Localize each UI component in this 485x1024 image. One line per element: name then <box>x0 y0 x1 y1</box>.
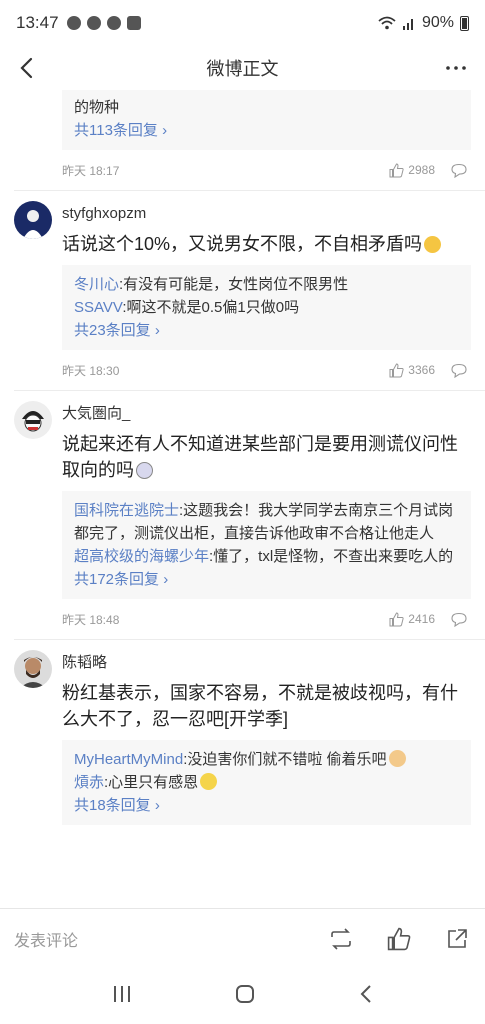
username[interactable]: 陈韬略 <box>62 650 485 676</box>
like-button[interactable]: 2416 <box>389 611 435 627</box>
back-icon <box>360 984 371 1003</box>
like-button[interactable]: 3366 <box>389 362 435 378</box>
reply-box[interactable]: MyHeartMyMind:没迫害你们就不错啦 偷着乐吧 熕赤:心里只有感恩 共… <box>62 740 471 825</box>
reply-author[interactable]: 熕赤 <box>74 774 104 791</box>
recent-apps-icon <box>113 985 130 1002</box>
comment-text: 粉红基表示，国家不容易，不就是被歧视吗，有什么大不了，忍一忍吧[开学季] <box>62 683 458 729</box>
more-replies-link[interactable]: 共23条回复 › <box>74 319 459 342</box>
comment-time: 昨天 18:30 <box>62 363 120 378</box>
more-replies-link[interactable]: 共172条回复 › <box>74 568 459 591</box>
status-bar: 13:47 90% <box>0 0 485 46</box>
reply-box[interactable]: 的物种 共113条回复 › <box>62 90 471 150</box>
notification-icons <box>66 16 141 30</box>
status-right: 90% <box>378 14 469 32</box>
system-back-button[interactable] <box>359 984 373 1009</box>
reply-content: :有没有可能是，女性岗位不限男性 <box>119 276 349 293</box>
reply-item: SSAVV:啊这不就是0.5偏1只做0吗 <box>74 296 459 319</box>
reply-button[interactable] <box>451 163 467 178</box>
reply-author[interactable]: SSAVV <box>74 299 122 316</box>
battery-icon <box>460 15 469 31</box>
signal-icon <box>402 19 413 30</box>
reply-content: :没迫害你们就不错啦 偷着乐吧 <box>183 751 387 768</box>
comment-meta: 昨天 18:17 2988 <box>62 150 467 190</box>
emoji-icon <box>200 773 218 790</box>
reply-button[interactable] <box>451 363 467 378</box>
bottom-bar: 发表评论 <box>0 908 485 968</box>
status-time: 13:47 <box>16 13 59 32</box>
reply-content: :懂了，txl是怪物，不查出来要吃人的 <box>209 548 454 565</box>
comment-item: 大気圏向_ 说起来还有人不知道进某些部门是要用测谎仪问性取向的吗 国科院在逃院士… <box>0 391 485 639</box>
like-count: 3366 <box>408 363 435 377</box>
reply-text-tail: 的物种 <box>74 99 120 116</box>
share-button[interactable] <box>443 925 471 953</box>
wifi-icon <box>378 16 396 30</box>
comment-icon <box>451 363 467 378</box>
comment-list[interactable]: 的物种 共113条回复 › 昨天 18:17 2988 styfghxopzm … <box>0 90 485 908</box>
comment-meta: 昨天 18:30 3366 <box>62 350 467 390</box>
like-icon <box>389 611 404 626</box>
bottom-actions <box>327 925 471 953</box>
reply-author[interactable]: 冬川心 <box>74 276 119 293</box>
page-title: 微博正文 <box>206 59 279 79</box>
reply-author[interactable]: MyHeartMyMind <box>74 751 183 768</box>
doge-emoji-icon <box>424 236 442 253</box>
emoji-icon <box>136 462 153 479</box>
home-button[interactable] <box>235 984 255 1009</box>
emoji-icon <box>388 750 406 767</box>
reply-item: 熕赤:心里只有感恩 <box>74 771 459 794</box>
avatar[interactable] <box>14 201 52 239</box>
comment-input[interactable]: 发表评论 <box>14 927 78 951</box>
reply-box[interactable]: 国科院在逃院士:这题我会！我大学同学去南京三个月试岗都完了，测谎仪出柜，直接告诉… <box>62 491 471 599</box>
line-app-icon <box>66 16 81 30</box>
comment-text: 话说这个10%，又说男女不限，不自相矛盾吗 <box>62 231 467 257</box>
more-dots-icon <box>446 66 466 70</box>
recent-apps-button[interactable] <box>112 985 132 1008</box>
reply-author[interactable]: 超高校级的海螺少年 <box>74 548 209 565</box>
reply-author[interactable]: 国科院在逃院士 <box>74 502 179 519</box>
more-replies-link[interactable]: 共113条回复 › <box>74 119 459 142</box>
repost-button[interactable] <box>327 925 355 953</box>
avatar[interactable] <box>14 401 52 439</box>
like-icon <box>389 162 404 177</box>
back-arrow-icon <box>20 57 33 79</box>
username[interactable]: styfghxopzm <box>62 201 485 227</box>
like-count: 2416 <box>408 612 435 626</box>
comment-icon <box>451 612 467 627</box>
comment-time: 昨天 18:48 <box>62 612 120 627</box>
reply-item: MyHeartMyMind:没迫害你们就不错啦 偷着乐吧 <box>74 748 459 771</box>
reply-item: 冬川心:有没有可能是，女性岗位不限男性 <box>74 273 459 296</box>
system-nav-bar <box>0 968 485 1024</box>
username[interactable]: 大気圏向_ <box>62 401 485 427</box>
comment-icon <box>451 163 467 178</box>
avatar[interactable] <box>14 650 52 688</box>
share-icon <box>448 928 467 948</box>
reply-button[interactable] <box>451 612 467 627</box>
weibo-app-icon <box>86 16 101 30</box>
checkbox-notification-icon <box>126 16 141 30</box>
like-icon <box>389 362 404 377</box>
comment-text: 说起来还有人不知道进某些部门是要用测谎仪问性取向的吗 <box>62 434 458 480</box>
comment-item: 陈韬略 粉红基表示，国家不容易，不就是被歧视吗，有什么大不了，忍一忍吧[开学季]… <box>0 640 485 825</box>
like-post-button[interactable] <box>385 925 413 953</box>
reply-item: 国科院在逃院士:这题我会！我大学同学去南京三个月试岗都完了，测谎仪出柜，直接告诉… <box>74 499 459 545</box>
like-count: 2988 <box>408 163 435 177</box>
reply-box[interactable]: 冬川心:有没有可能是，女性岗位不限男性 SSAVV:啊这不就是0.5偏1只做0吗… <box>62 265 471 350</box>
reply-content: :啊这不就是0.5偏1只做0吗 <box>122 299 300 316</box>
comment-time: 昨天 18:17 <box>62 163 120 178</box>
comment-item: styfghxopzm 话说这个10%，又说男女不限，不自相矛盾吗 冬川心:有没… <box>0 191 485 390</box>
home-icon <box>236 984 255 1003</box>
nav-bar: 微博正文 <box>0 46 485 90</box>
back-button[interactable] <box>10 52 42 84</box>
more-button[interactable] <box>441 52 471 84</box>
reply-content: :心里只有感恩 <box>104 774 199 791</box>
battery-percent: 90% <box>421 14 454 31</box>
comment-meta: 昨天 18:48 2416 <box>62 599 467 639</box>
more-replies-link[interactable]: 共18条回复 › <box>74 794 459 817</box>
like-icon <box>387 927 411 950</box>
like-button[interactable]: 2988 <box>389 162 435 178</box>
reply-item: 超高校级的海螺少年:懂了，txl是怪物，不查出来要吃人的 <box>74 545 459 568</box>
repost-icon <box>331 927 351 950</box>
partial-comment: 的物种 共113条回复 › 昨天 18:17 2988 <box>0 90 485 190</box>
app-notification-icon <box>106 16 121 30</box>
